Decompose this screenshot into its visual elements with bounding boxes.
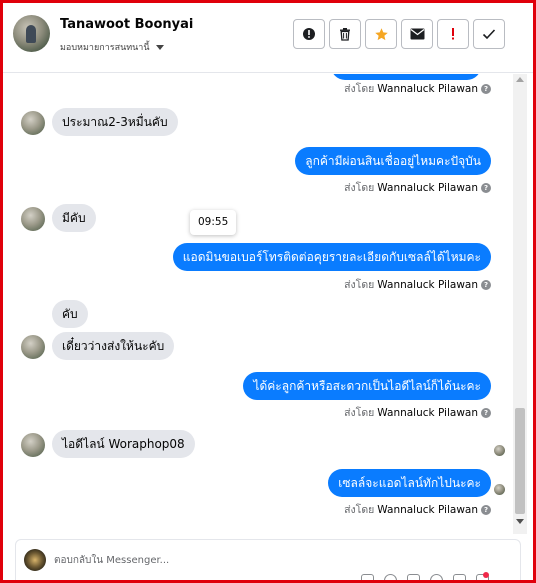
contact-avatar[interactable] [13,15,50,52]
incoming-message[interactable]: ไอดีไลน์ Woraphop08 [52,430,195,458]
customer-avatar [21,335,45,359]
sender-name: Wannaluck Pilawan [377,82,478,95]
alert-button[interactable] [293,19,325,49]
incoming-message[interactable]: คับ [52,300,88,328]
reply-input[interactable] [54,549,354,571]
sender-name: Wannaluck Pilawan [377,406,478,419]
sent-by-prefix: ส่งโดย [344,279,375,291]
seen-avatar [494,445,505,456]
incoming-message[interactable]: ประมาณ2-3หมื่นคับ [52,108,178,136]
attachment-icon[interactable] [361,574,374,580]
saved-reply-icon[interactable] [453,574,466,580]
assign-conversation-dropdown[interactable]: มอบหมายการสนทนานี้ [60,40,164,54]
scrollbar-thumb[interactable] [515,408,525,514]
incoming-message[interactable]: เดี๋ยวว่างส่งให้นะคับ [52,332,175,360]
sender-name: Wannaluck Pilawan [377,181,478,194]
delete-button[interactable] [329,19,361,49]
page-avatar [24,549,46,571]
scroll-down-arrow-icon[interactable] [516,519,524,524]
sent-by-line: ส่งโดย Wannaluck Pilawan ? [344,276,491,293]
mark-important-button[interactable] [437,19,469,49]
customer-avatar [21,111,45,135]
composer-tools [361,574,489,580]
seen-avatar [494,484,505,495]
customer-avatar [21,433,45,457]
help-icon[interactable]: ? [481,279,491,290]
help-icon[interactable]: ? [481,182,491,193]
trash-icon [340,28,350,41]
star-icon [374,27,388,40]
email-button[interactable] [401,19,433,49]
mark-done-button[interactable] [473,19,505,49]
timestamp-tooltip: 09:55 [190,210,237,235]
sent-by-line: ส่งโดย Wannaluck Pilawan ? [344,404,491,421]
outgoing-message[interactable]: ลูกค้ามีผ่อนสินเชื่ออยู่ไหมคะปัจุบัน [295,147,491,175]
gif-icon[interactable] [430,574,443,580]
scroll-up-arrow-icon[interactable] [516,77,524,82]
sent-by-prefix: ส่งโดย [344,407,375,419]
sent-by-line: ส่งโดย Wannaluck Pilawan ? [344,179,491,196]
header-actions [293,19,505,49]
reply-composer [15,539,521,580]
conversation-header: Tanawoot Boonyai มอบหมายการสนทนานี้ [3,3,533,73]
help-icon[interactable]: ? [481,83,491,94]
incoming-message[interactable]: มีคับ [52,204,96,232]
sent-by-prefix: ส่งโดย [344,182,375,194]
help-icon[interactable]: ? [481,407,491,418]
sender-name: Wannaluck Pilawan [377,278,478,291]
sent-by-prefix: ส่งโดย [344,504,375,516]
contact-name[interactable]: Tanawoot Boonyai [60,17,193,32]
alert-circle-icon [303,28,315,40]
star-button[interactable] [365,19,397,49]
exclamation-icon [452,28,454,40]
envelope-icon [410,28,424,40]
assign-conversation-label: มอบหมายการสนทนานี้ [60,43,150,53]
caret-down-icon [155,44,164,50]
outgoing-message[interactable]: ได้ค่ะลูกค้าหรือสะดวกเป็นไอดีไลน์ก็ได้นะ… [243,372,491,400]
sent-by-line: ส่งโดย Wannaluck Pilawan ? [344,501,491,518]
emoji-icon[interactable] [384,574,397,580]
sender-name: Wannaluck Pilawan [377,503,478,516]
help-icon[interactable]: ? [481,504,491,515]
outgoing-message[interactable]: แอดมินขอเบอร์โทรติดต่อคุยรายละเอียดกับเซ… [172,243,491,271]
message-thread[interactable]: ส่งโดย Wannaluck Pilawan ? ประมาณ2-3หมื่… [3,74,511,534]
customer-avatar [21,207,45,231]
sent-by-prefix: ส่งโดย [344,83,375,95]
sent-by-line: ส่งโดย Wannaluck Pilawan ? [344,80,491,97]
outgoing-message[interactable]: เซลล์จะแอดไลน์ทักไปนะคะ [328,469,491,497]
check-icon [482,29,496,40]
app-window: Tanawoot Boonyai มอบหมายการสนทนานี้ ส่งโ… [0,0,536,583]
image-icon[interactable] [407,574,420,580]
notification-dot [483,572,489,578]
